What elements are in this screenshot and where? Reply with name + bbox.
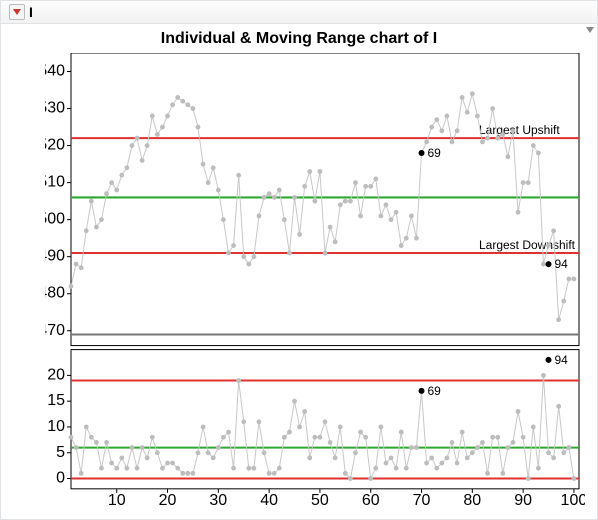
svg-text:20: 20 bbox=[47, 365, 65, 383]
svg-text:480: 480 bbox=[45, 284, 65, 302]
svg-text:Largest Upshift: Largest Upshift bbox=[479, 123, 560, 137]
svg-text:470: 470 bbox=[45, 321, 65, 339]
svg-text:30: 30 bbox=[209, 491, 227, 509]
panel-title: I bbox=[29, 4, 33, 20]
svg-text:520: 520 bbox=[45, 136, 65, 154]
svg-text:69: 69 bbox=[428, 384, 442, 398]
svg-text:50: 50 bbox=[311, 491, 329, 509]
chart-area: 470480490500510520530540ILargest Upshift… bbox=[45, 53, 585, 509]
svg-text:5: 5 bbox=[56, 443, 65, 461]
svg-text:Largest Downshift: Largest Downshift bbox=[479, 238, 576, 252]
disclosure-toggle[interactable] bbox=[9, 4, 25, 20]
svg-text:69: 69 bbox=[428, 146, 442, 160]
svg-text:10: 10 bbox=[108, 491, 126, 509]
svg-text:94: 94 bbox=[555, 257, 569, 271]
svg-text:0: 0 bbox=[56, 468, 65, 486]
svg-text:100: 100 bbox=[561, 491, 585, 509]
svg-text:80: 80 bbox=[463, 491, 481, 509]
svg-text:20: 20 bbox=[159, 491, 177, 509]
svg-text:10: 10 bbox=[47, 417, 65, 435]
svg-text:15: 15 bbox=[47, 391, 65, 409]
chart-title: Individual & Moving Range chart of I bbox=[1, 30, 597, 48]
svg-text:510: 510 bbox=[45, 173, 65, 191]
svg-text:94: 94 bbox=[555, 353, 569, 367]
svg-text:500: 500 bbox=[45, 210, 65, 228]
svg-text:60: 60 bbox=[362, 491, 380, 509]
svg-text:70: 70 bbox=[413, 491, 431, 509]
svg-text:40: 40 bbox=[260, 491, 278, 509]
svg-text:530: 530 bbox=[45, 99, 65, 117]
svg-text:540: 540 bbox=[45, 61, 65, 79]
svg-text:90: 90 bbox=[514, 491, 532, 509]
resize-handle[interactable] bbox=[585, 25, 595, 39]
svg-text:490: 490 bbox=[45, 247, 65, 265]
